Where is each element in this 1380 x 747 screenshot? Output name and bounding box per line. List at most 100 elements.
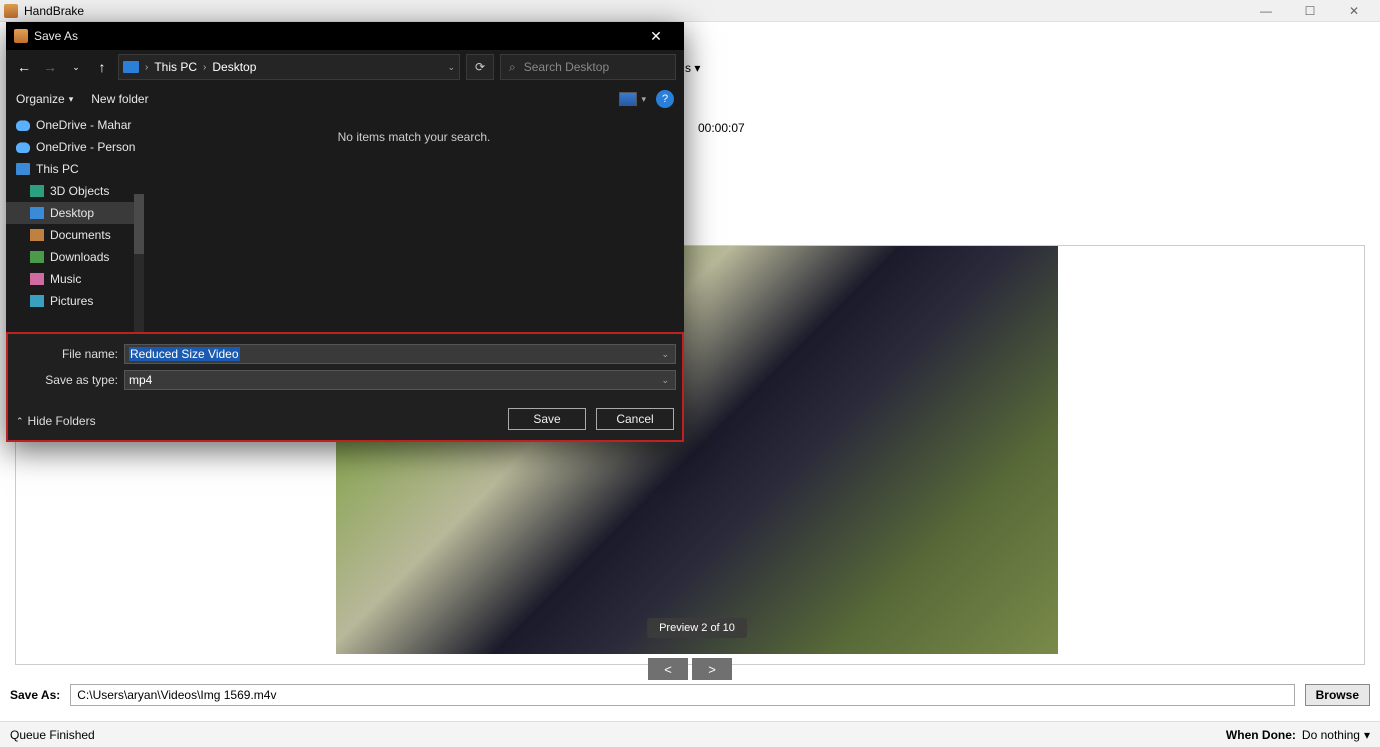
tree-item-label: OneDrive - Mahar [36, 118, 131, 132]
chevron-down-icon: ▾ [641, 94, 646, 105]
breadcrumb-desktop[interactable]: Desktop [212, 60, 256, 74]
save-as-dialog: Save As ✕ ← → ⌄ ↑ › This PC › Desktop ⌄ … [6, 22, 684, 442]
when-done-dropdown[interactable]: Do nothing ▾ [1302, 728, 1370, 742]
dialog-titlebar: Save As ✕ [6, 22, 684, 50]
tree-item-label: OneDrive - Person [36, 140, 135, 154]
chevron-right-icon: › [203, 62, 206, 73]
chevron-down-icon: ▾ [1364, 728, 1370, 742]
nav-forward-button[interactable]: → [40, 57, 60, 77]
save-type-value: mp4 [129, 373, 152, 387]
preview-prev-button[interactable]: < [648, 658, 688, 680]
handbrake-icon [14, 29, 28, 43]
tree-onedrive-1[interactable]: OneDrive - Mahar [6, 114, 144, 136]
save-type-label: Save as type: [14, 373, 118, 387]
search-icon: ⌕ [509, 60, 516, 75]
browse-button[interactable]: Browse [1305, 684, 1370, 706]
preview-counter: Preview 2 of 10 [647, 618, 747, 638]
pc-icon [123, 61, 139, 73]
file-name-input[interactable]: Reduced Size Video ⌄ [124, 344, 676, 364]
app-titlebar: HandBrake — ☐ ✕ [0, 0, 1380, 22]
file-list: No items match your search. [144, 114, 684, 332]
chevron-down-icon[interactable]: ⌄ [447, 62, 455, 73]
tree-music[interactable]: Music [6, 268, 144, 290]
tree-3d-objects[interactable]: 3D Objects [6, 180, 144, 202]
tree-item-label: Desktop [50, 206, 94, 220]
pc-icon [16, 163, 30, 175]
dialog-toolbar: Organize ▾ New folder ▾ ? [6, 84, 684, 114]
dialog-close-button[interactable]: ✕ [636, 22, 676, 50]
chevron-up-icon: ⌃ [16, 416, 24, 427]
empty-message: No items match your search. [338, 130, 491, 144]
maximize-button[interactable]: ☐ [1288, 0, 1332, 22]
address-bar[interactable]: › This PC › Desktop ⌄ [118, 54, 460, 80]
cancel-button[interactable]: Cancel [596, 408, 674, 430]
when-done-label: When Done: [1226, 728, 1296, 742]
nav-back-button[interactable]: ← [14, 57, 34, 77]
save-type-dropdown[interactable]: mp4 ⌄ [124, 370, 676, 390]
duration-value: 00:00:07 [698, 121, 745, 135]
tree-scrollbar[interactable] [134, 194, 144, 332]
tree-documents[interactable]: Documents [6, 224, 144, 246]
save-button[interactable]: Save [508, 408, 586, 430]
desktop-icon [30, 207, 44, 219]
search-input[interactable]: ⌕ Search Desktop [500, 54, 676, 80]
chevron-down-icon[interactable]: ⌄ [661, 375, 669, 386]
when-done-value: Do nothing [1302, 728, 1360, 742]
chevron-down-icon[interactable]: ⌄ [661, 349, 669, 360]
pic-icon [30, 295, 44, 307]
status-bar: Queue Finished When Done: Do nothing ▾ [0, 721, 1380, 747]
tree-item-label: This PC [36, 162, 79, 176]
dialog-footer: File name: Reduced Size Video ⌄ Save as … [6, 332, 684, 442]
dialog-body: OneDrive - Mahar OneDrive - Person This PC… [6, 114, 684, 332]
new-folder-button[interactable]: New folder [91, 92, 148, 106]
preview-next-button[interactable]: > [692, 658, 732, 680]
tree-item-label: Music [50, 272, 81, 286]
tree-item-label: Documents [50, 228, 111, 242]
tree-item-label: Pictures [50, 294, 93, 308]
hide-folders-button[interactable]: ⌃ Hide Folders [16, 414, 96, 428]
tree-item-label: 3D Objects [50, 184, 109, 198]
preview-nav: < > [648, 658, 732, 680]
minimize-button[interactable]: — [1244, 0, 1288, 22]
nav-up-button[interactable]: ↑ [92, 57, 112, 77]
app-title: HandBrake [24, 4, 84, 18]
status-text: Queue Finished [10, 728, 95, 742]
cloud-icon [16, 141, 30, 153]
view-mode-button[interactable]: ▾ [619, 92, 646, 106]
music-icon [30, 273, 44, 285]
tree-desktop[interactable]: Desktop [6, 202, 144, 224]
save-as-row: Save As: Browse [10, 684, 1370, 706]
scrollbar-thumb[interactable] [134, 194, 144, 254]
chevron-down-icon: ▾ [69, 94, 74, 105]
dl-icon [30, 251, 44, 263]
search-placeholder: Search Desktop [524, 60, 609, 74]
obj3d-icon [30, 185, 44, 197]
folder-tree: OneDrive - Mahar OneDrive - Person This PC… [6, 114, 144, 332]
breadcrumb-this-pc[interactable]: This PC [154, 60, 197, 74]
save-as-path-input[interactable] [70, 684, 1294, 706]
organize-label: Organize [16, 92, 65, 106]
chevron-right-icon: › [145, 62, 148, 73]
angle-suffix[interactable]: s ▾ [685, 61, 700, 75]
dialog-navbar: ← → ⌄ ↑ › This PC › Desktop ⌄ ⟳ ⌕ Search… [6, 50, 684, 84]
help-button[interactable]: ? [656, 90, 674, 108]
file-name-label: File name: [14, 347, 118, 361]
window-controls: — ☐ ✕ [1244, 0, 1376, 22]
tree-this-pc[interactable]: This PC [6, 158, 144, 180]
nav-recent-button[interactable]: ⌄ [66, 57, 86, 77]
tree-downloads[interactable]: Downloads [6, 246, 144, 268]
tree-item-label: Downloads [50, 250, 109, 264]
handbrake-icon [4, 4, 18, 18]
refresh-button[interactable]: ⟳ [466, 54, 494, 80]
close-button[interactable]: ✕ [1332, 0, 1376, 22]
view-icon [619, 92, 637, 106]
save-as-label: Save As: [10, 688, 60, 702]
cloud-icon [16, 119, 30, 131]
hide-folders-label: Hide Folders [28, 414, 96, 428]
doc-icon [30, 229, 44, 241]
organize-menu[interactable]: Organize ▾ [16, 92, 73, 106]
tree-onedrive-2[interactable]: OneDrive - Person [6, 136, 144, 158]
file-name-value: Reduced Size Video [129, 347, 240, 361]
tree-pictures[interactable]: Pictures [6, 290, 144, 312]
dialog-title: Save As [34, 29, 78, 43]
